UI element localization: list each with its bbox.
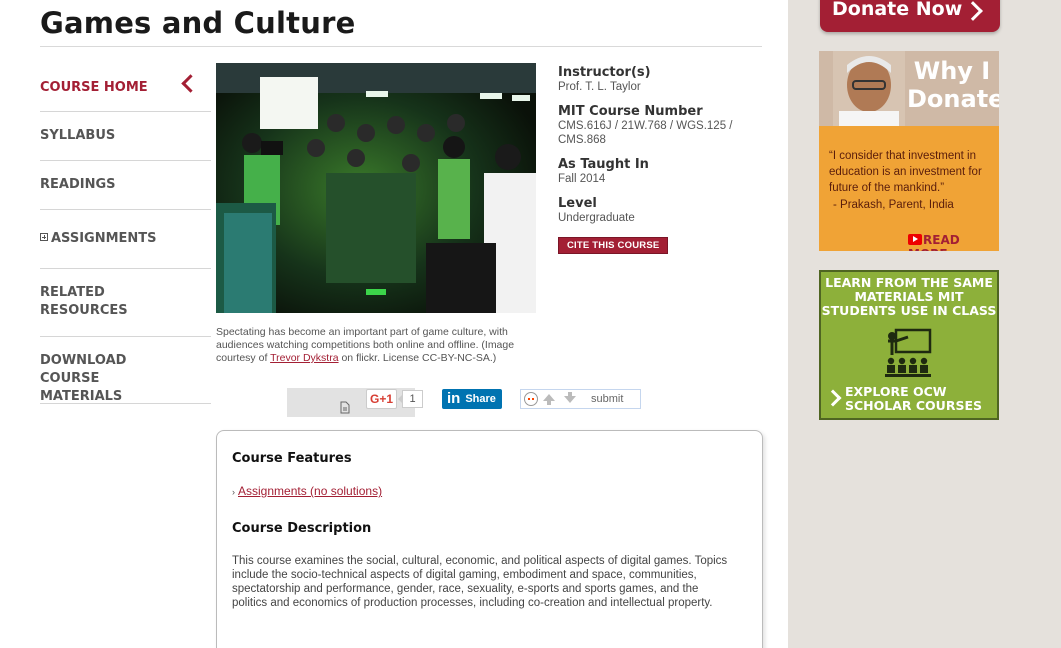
taught-value: Fall 2014 xyxy=(558,173,606,185)
nav-item-label: RELATED RESOURCES xyxy=(40,285,128,318)
course-description-heading: Course Description xyxy=(232,521,372,536)
donate-label: Donate Now xyxy=(832,0,963,20)
nav-item-label: READINGS xyxy=(40,177,116,192)
classroom-icon xyxy=(885,328,932,377)
title-divider xyxy=(40,46,762,47)
level-value: Undergraduate xyxy=(558,212,635,224)
linkedin-icon: in xyxy=(447,390,461,407)
scholar-tagline: LEARN FROM THE SAME MATERIALS MIT STUDEN… xyxy=(821,275,997,318)
reddit-widget: submit xyxy=(520,389,641,409)
course-nav: COURSE HOME SYLLABUS READINGS ASSIGNMENT… xyxy=(40,63,211,404)
course-features-panel: Course Features › Assignments (no solutio… xyxy=(216,430,763,648)
linkedin-share-label: Share xyxy=(465,393,496,405)
google-plus-button[interactable]: G+1 xyxy=(366,389,397,409)
explore-scholar-link[interactable]: EXPLORE OCW SCHOLAR COURSES xyxy=(845,385,995,413)
read-more-link[interactable]: READ MORE xyxy=(908,233,999,251)
course-features-heading: Course Features xyxy=(232,451,352,466)
video-play-icon xyxy=(908,234,922,245)
caption-credit-link[interactable]: Trevor Dykstra xyxy=(270,352,338,364)
why-i-donate-banner[interactable]: Why I Donate “I consider that investment… xyxy=(819,51,999,251)
page-title: Games and Culture xyxy=(40,6,356,40)
google-plus-count: 1 xyxy=(398,390,423,408)
cite-course-button[interactable]: CITE THIS COURSE xyxy=(558,237,669,254)
course-description-text: This course examines the social, cultura… xyxy=(232,555,728,609)
image-caption: Spectating has become an important part … xyxy=(216,326,536,365)
nav-item-assignments[interactable]: ASSIGNMENTS xyxy=(40,210,211,269)
nav-item-label: DOWNLOAD COURSE MATERIALS xyxy=(40,353,127,404)
nav-item-course-home[interactable]: COURSE HOME xyxy=(40,63,211,112)
donor-portrait xyxy=(833,51,905,126)
reddit-icon[interactable] xyxy=(524,392,538,406)
level-label: Level xyxy=(558,196,597,211)
expand-plus-icon[interactable] xyxy=(40,233,48,241)
chevron-left-icon xyxy=(181,74,200,93)
assignments-feature-link[interactable]: Assignments (no solutions) xyxy=(238,484,382,498)
nav-item-download-materials[interactable]: DOWNLOAD COURSE MATERIALS xyxy=(40,337,211,404)
linkedin-share-button[interactable]: in Share xyxy=(442,389,502,409)
upvote-arrow-icon[interactable] xyxy=(543,394,555,405)
nav-item-label: COURSE HOME xyxy=(40,80,148,95)
course-number-value: CMS.616J / 21W.768 / WGS.125 / CMS.868 xyxy=(558,120,733,146)
reddit-submit-link[interactable]: submit xyxy=(591,393,623,405)
nav-item-label: ASSIGNMENTS xyxy=(51,231,157,246)
downvote-arrow-icon[interactable] xyxy=(564,392,576,403)
ocw-scholar-banner[interactable]: LEARN FROM THE SAME MATERIALS MIT STUDEN… xyxy=(819,270,999,420)
nav-item-syllabus[interactable]: SYLLABUS xyxy=(40,112,211,161)
course-image xyxy=(216,63,536,313)
nav-item-label: SYLLABUS xyxy=(40,128,116,143)
chevron-right-icon xyxy=(824,389,842,407)
spectators-photo xyxy=(216,63,536,313)
course-number-label: MIT Course Number xyxy=(558,104,703,119)
caption-license-text: on flickr. License CC-BY-NC-SA.) xyxy=(341,352,497,364)
donate-now-button[interactable]: Donate Now xyxy=(820,0,1000,32)
course-info: Instructor(s) Prof. T. L. Taylor MIT Cou… xyxy=(558,65,763,254)
taught-label: As Taught In xyxy=(558,157,649,172)
instructor-label: Instructor(s) xyxy=(558,65,651,80)
nav-item-readings[interactable]: READINGS xyxy=(40,161,211,210)
chevron-right-icon xyxy=(963,1,983,21)
instructor-value: Prof. T. L. Taylor xyxy=(558,81,641,93)
donor-photo-area: Why I Donate xyxy=(819,51,999,126)
document-icon[interactable] xyxy=(340,401,350,414)
donor-attribution: - Prakash, Parent, India xyxy=(833,199,954,211)
donor-quote: “I consider that investment in education… xyxy=(829,150,982,194)
why-i-donate-title: Why I Donate xyxy=(907,57,999,113)
bullet-arrow-icon: › xyxy=(232,487,235,497)
nav-item-related-resources[interactable]: RELATED RESOURCES xyxy=(40,269,150,336)
feature-item: › Assignments (no solutions) xyxy=(232,484,747,498)
